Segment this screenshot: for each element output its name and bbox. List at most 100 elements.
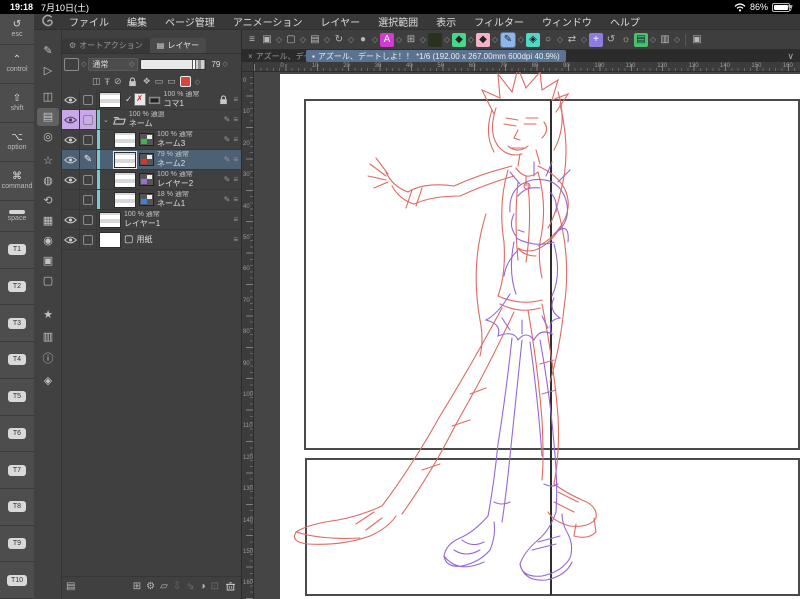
stepper-icon[interactable]: ◇	[347, 35, 355, 44]
new-layer-icon[interactable]: ⊞	[133, 581, 141, 592]
menu-item-8[interactable]: ウィンドウ	[533, 14, 601, 29]
lock-icon[interactable]	[126, 76, 139, 87]
layer-visibility-cell[interactable]	[62, 210, 80, 229]
layer-mask-icon[interactable]: ◑	[200, 581, 206, 592]
layer-check-cell[interactable]	[80, 130, 97, 149]
folder-chevron-icon[interactable]: ⌄	[103, 116, 109, 124]
layer-visibility-cell[interactable]	[62, 150, 80, 169]
palette-tab-layers[interactable]: ▤ レイヤー	[149, 38, 207, 53]
screenshot-icon[interactable]: ▣	[690, 33, 704, 47]
layer-thumbnail[interactable]	[114, 171, 136, 188]
pattern-tool[interactable]: ▣	[37, 252, 59, 270]
auto-action-tool[interactable]: ☆	[37, 152, 59, 170]
layer-search-tool[interactable]: ◈	[37, 372, 59, 390]
layer-row-レイヤー2[interactable]: 100 % 通常 レイヤー2 ✎ ≡	[62, 170, 241, 190]
layer-prop-icon-4[interactable]: ❖	[143, 76, 151, 87]
layer-check-cell[interactable]	[80, 190, 97, 209]
edge-key-T4[interactable]: T4	[0, 342, 34, 379]
circle-tool[interactable]: ◉	[37, 232, 59, 250]
operation-tool[interactable]: ▷	[37, 62, 59, 80]
tab-close-icon[interactable]: ×	[248, 52, 253, 61]
stepper-icon[interactable]: ◇	[323, 35, 331, 44]
green-layers-icon[interactable]: ▤	[634, 32, 648, 47]
palette-color-chip[interactable]	[64, 57, 79, 71]
opacity-slider[interactable]	[140, 58, 207, 70]
edge-key-option[interactable]: ⌥ option	[0, 123, 34, 162]
canvas-area[interactable]	[254, 72, 800, 599]
edge-key-command[interactable]: ⌘ command	[0, 162, 34, 201]
layer-visibility-cell[interactable]	[62, 130, 80, 149]
cloud-icon[interactable]: ●	[356, 33, 370, 47]
layer-row-ネーム1[interactable]: 18 % 通常 ネーム1 ✎ ≡	[62, 190, 241, 210]
duplicate-icon[interactable]: ▥	[658, 33, 672, 47]
palette-menu-icon[interactable]: ≡	[245, 33, 259, 47]
transfer-down-icon[interactable]: ⇩	[173, 581, 181, 592]
layer-row-ネーム[interactable]: ⌄ 100 % 通過 ネーム ✎ ≡	[62, 110, 241, 130]
edge-key-T1[interactable]: T1	[0, 232, 34, 269]
stepper-icon[interactable]: ◇	[419, 35, 427, 44]
layer-visibility-cell[interactable]	[62, 110, 80, 129]
layer-check-cell[interactable]	[80, 110, 97, 129]
teal-material-icon[interactable]: ◈	[526, 32, 540, 47]
image-tool[interactable]: ▥	[37, 328, 59, 346]
layer-visibility-cell[interactable]	[62, 230, 80, 249]
layer-check-cell[interactable]	[80, 170, 97, 189]
layer-visibility-cell[interactable]	[62, 90, 80, 109]
layer-row-コマ1[interactable]: ✓ ✗ 100 % 通常 コマ1 ≡	[62, 90, 241, 110]
text-tool-icon[interactable]: A	[380, 32, 394, 47]
layer-row-用紙[interactable]: ▢ 用紙 ≡	[62, 230, 241, 250]
edge-key-shift[interactable]: ⇧ shift	[0, 84, 34, 123]
menu-item-0[interactable]: ファイル	[60, 14, 118, 29]
layer-check-cell[interactable]	[80, 230, 97, 249]
menu-item-5[interactable]: 選択範囲	[369, 14, 427, 29]
stepper-icon[interactable]: ◇	[299, 35, 307, 44]
layer-thumbnail[interactable]	[99, 91, 121, 108]
material-tool[interactable]: ◍	[37, 172, 59, 190]
layer-check-cell[interactable]	[80, 90, 97, 109]
grid-icon[interactable]: ⊞	[404, 33, 418, 47]
sketch-canvas[interactable]	[254, 72, 800, 599]
edge-key-T8[interactable]: T8	[0, 489, 34, 526]
palette-tab-auto-actions[interactable]: ⚙ オートアクション	[62, 38, 150, 53]
workspace-icon[interactable]: ▣	[260, 33, 274, 47]
green-material-icon[interactable]: ◆	[452, 32, 466, 47]
stepper-icon[interactable]: ◇	[649, 35, 657, 44]
row-menu-icon[interactable]: ≡	[233, 155, 238, 164]
lasso-icon[interactable]: ○	[541, 33, 555, 47]
edge-key-T7[interactable]: T7	[0, 452, 34, 489]
edge-key-control[interactable]: ⌃ control	[0, 45, 34, 84]
layer-tool[interactable]: ▤	[37, 108, 59, 126]
command-bar-chevron-icon[interactable]: ∨	[787, 3, 794, 14]
layer-thumbnail[interactable]	[99, 231, 121, 248]
delete-layer-icon[interactable]	[224, 581, 237, 591]
menu-item-3[interactable]: アニメーション	[224, 14, 312, 29]
canvas-settings-icon[interactable]: ▢	[284, 33, 298, 47]
menu-item-4[interactable]: レイヤー	[311, 14, 369, 29]
stepper-icon[interactable]: ◇	[580, 35, 588, 44]
row-menu-icon[interactable]: ≡	[233, 135, 238, 144]
layer-prop-icon-0[interactable]: ◫	[92, 76, 101, 87]
sub-view-tool[interactable]: ▢	[37, 272, 59, 290]
edge-key-T2[interactable]: T2	[0, 269, 34, 306]
layer-row-レイヤー1[interactable]: 100 % 通常 レイヤー1 ≡	[62, 210, 241, 230]
menu-item-2[interactable]: ページ管理	[156, 14, 224, 29]
pen-tool[interactable]: ✎	[37, 42, 59, 60]
edge-key-esc[interactable]: ↺ esc	[0, 14, 34, 45]
stepper-icon[interactable]: ◇	[443, 35, 451, 44]
menu-item-9[interactable]: ヘルプ	[601, 14, 649, 29]
opacity-stepper-icon[interactable]: ◇	[222, 60, 227, 68]
row-menu-icon[interactable]: ≡	[233, 115, 238, 124]
layer-row-ネーム3[interactable]: 100 % 通常 ネーム3 ✎ ≡	[62, 130, 241, 150]
new-folder-icon[interactable]: ▱	[160, 581, 168, 592]
chip-stepper-icon[interactable]: ◇	[81, 60, 86, 68]
flip-view-icon[interactable]: ⇄	[565, 33, 579, 47]
row-menu-icon[interactable]: ≡	[233, 195, 238, 204]
reset-view-icon[interactable]: ☼	[619, 33, 633, 47]
layer-prop-icon-1[interactable]: Ŧ	[105, 77, 111, 87]
stepper-icon[interactable]: ◇	[673, 35, 681, 44]
layer-check-cell[interactable]	[80, 210, 97, 229]
clip-studio-logo[interactable]	[34, 14, 60, 30]
document-tab-0[interactable]: ×アズール、デー	[242, 50, 306, 62]
layer-thumbnail[interactable]	[113, 150, 137, 169]
blend-mode-select[interactable]: 通常 ◇	[88, 57, 139, 71]
